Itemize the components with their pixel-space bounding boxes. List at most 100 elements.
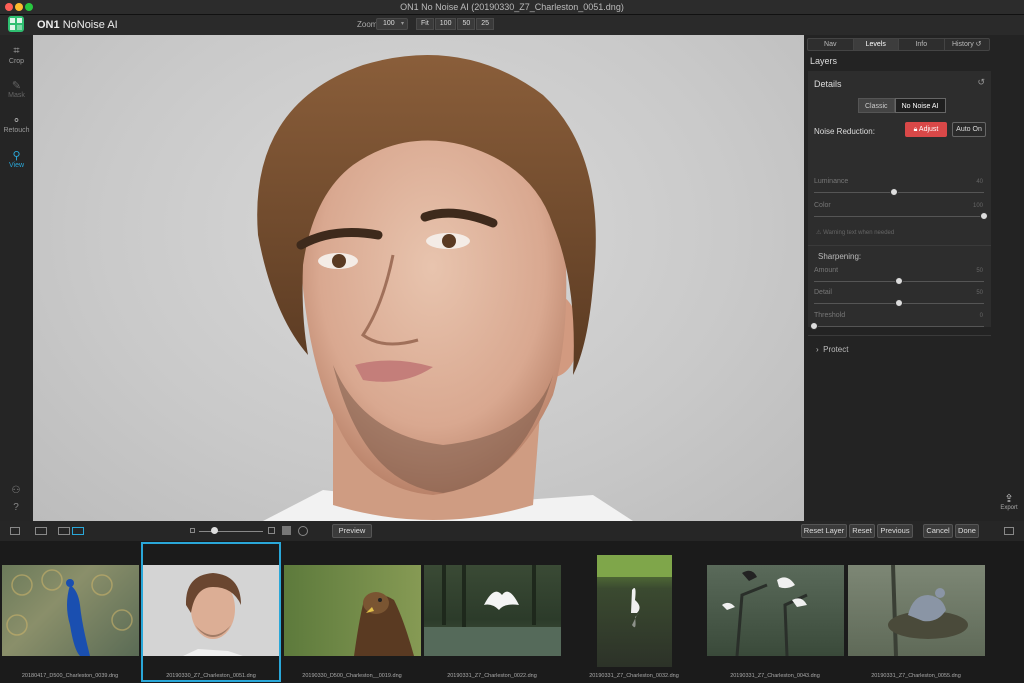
tool-crop[interactable]: ⌗ Crop [0,45,33,65]
done-button[interactable]: Done [955,524,979,538]
portrait-image [257,55,633,521]
compare-view-icon[interactable] [35,527,47,535]
zoom-25-button[interactable]: 25 [476,18,495,30]
thumbnail-size-knob[interactable] [211,527,218,534]
auto-on-button[interactable]: Auto On [952,122,986,137]
heron-thumbnail [888,565,968,656]
amount-slider[interactable] [814,277,984,285]
app-name: ON1 NoNoise AI [37,19,118,31]
divider [808,245,991,246]
title-bar: ON1 No Noise AI (20190330_Z7_Charleston_… [0,0,1024,15]
threshold-slider[interactable] [810,322,984,330]
detail-label: Detail [814,289,832,296]
help-icon[interactable]: ? [9,502,23,514]
egrets-tree-thumbnail [722,570,808,656]
details-title: Details [814,79,842,89]
mode-nonoise-ai-button[interactable]: No Noise AI [894,98,946,113]
threshold-slider-knob[interactable] [810,322,818,330]
threshold-label: Threshold [814,312,846,319]
bottom-bar: Preview Reset Layer Reset Previous Cance… [0,521,1024,541]
details-pane: Details ↺ Classic No Noise AI Noise Redu… [808,71,991,354]
divider [808,335,991,336]
amount-value[interactable]: 50 [976,268,983,274]
top-toolbar: ON1 NoNoise AI Zoom 100 ▾ Fit 100 50 25 [0,15,1024,35]
egret-flying-thumbnail [424,565,561,656]
export-button[interactable]: ⇪ Export [998,492,1020,511]
mask-brush-icon: ✎ [11,80,22,92]
reset-button[interactable]: Reset [849,524,875,538]
thumbnail-size-slider[interactable] [190,527,275,535]
tool-retouch[interactable]: ⚬ Retouch [0,114,33,134]
filmstrip-thumb-7[interactable] [848,565,985,656]
filmstrip-thumb-3[interactable] [284,565,421,656]
color-value[interactable]: 100 [973,203,983,209]
filmstrip-filename: 20190330_D500_Charleston__0019.dng [302,673,402,679]
view-magnifier-icon: ⚲ [12,150,21,162]
reset-layer-button[interactable]: Reset Layer [801,524,847,538]
filmstrip-thumb-1[interactable] [2,565,139,656]
app-logo-icon [8,16,24,32]
mode-toggle: Classic No Noise AI [858,98,946,113]
preview-button[interactable]: Preview [332,524,372,538]
filmstrip-thumb-6[interactable] [707,565,844,656]
zoom-50-button[interactable]: 50 [457,18,476,30]
filmstrip-thumb-5[interactable] [597,555,672,667]
toggle-right-panel-icon[interactable] [1004,527,1014,535]
peacock-thumbnail [6,569,133,656]
sharpening-title: Sharpening: [818,252,862,261]
zoom-100-button[interactable]: 100 [434,18,457,30]
retouch-icon: ⚬ [11,115,22,127]
amount-slider-knob[interactable] [895,277,903,285]
toggle-left-panel-icon[interactable] [10,527,20,535]
luminance-value[interactable]: 40 [976,179,983,185]
circle-view-icon[interactable] [298,526,308,536]
layers-title: Layers [810,56,838,66]
tab-info[interactable]: Info [899,39,945,50]
filmstrip-filename: 20190331_Z7_Charleston_0022.dng [447,673,537,679]
user-icon[interactable]: ⚇ [9,485,23,497]
tab-history[interactable]: History ↺ [945,39,990,50]
small-thumbs-icon [190,528,195,533]
filmstrip-filename: 20180417_D500_Charleston_0039.dng [21,673,119,679]
color-slider[interactable] [814,212,988,220]
tool-column: ⌗ Crop ✎ Mask ⚬ Retouch ⚲ View ⚇ ? [0,35,33,521]
warning-icon: ⚠ [816,230,822,236]
protect-section-toggle[interactable]: › Protect [816,345,848,354]
zoom-fit-button[interactable]: Fit [416,18,434,30]
zoom-select[interactable]: 100 ▾ [376,18,408,30]
export-icon: ⇪ [1004,493,1014,505]
tool-view[interactable]: ⚲ View [0,149,33,169]
amount-label: Amount [814,267,839,274]
detail-slider-knob[interactable] [895,299,903,307]
mode-classic-button[interactable]: Classic [858,98,895,113]
thumbnail-size-track [199,531,263,532]
mountain-icon[interactable] [282,526,291,535]
reset-details-icon[interactable]: ↺ [977,77,985,88]
detail-slider[interactable] [814,299,984,307]
threshold-value[interactable]: 0 [980,313,983,319]
filmstrip-view-icon[interactable] [72,527,84,535]
cancel-button[interactable]: Cancel [923,524,953,538]
right-panel: Nav Levels Info History ↺ Layers Details… [804,35,1024,521]
luminance-slider[interactable] [814,188,984,196]
detail-value[interactable]: 50 [976,290,983,296]
color-slider-knob[interactable] [980,212,988,220]
luminance-label: Luminance [814,178,849,185]
eagle-thumbnail [354,592,414,656]
panel-tabs: Nav Levels Info History ↺ [807,38,990,51]
crop-icon: ⌗ [13,45,20,57]
single-view-icon[interactable] [58,527,70,535]
tab-levels[interactable]: Levels [853,39,899,50]
tab-nav[interactable]: Nav [808,39,854,50]
tool-mask[interactable]: ✎ Mask [0,79,33,99]
filmstrip-filename: 20190331_Z7_Charleston_0055.dng [871,673,961,679]
filmstrip-thumb-4[interactable] [424,565,561,656]
noise-reduction-label: Noise Reduction: [814,127,875,136]
luminance-slider-knob[interactable] [889,188,898,196]
adjust-button[interactable]: 🔒︎ Adjust [905,122,947,137]
previous-button[interactable]: Previous [877,524,913,538]
main-photo-canvas[interactable] [33,35,804,521]
app-window: ON1 No Noise AI (20190330_Z7_Charleston_… [0,0,1024,683]
filmstrip-filename: 20190331_Z7_Charleston_0032.dng [589,673,679,679]
filmstrip-filename: 20190331_Z7_Charleston_0043.dng [730,673,820,679]
